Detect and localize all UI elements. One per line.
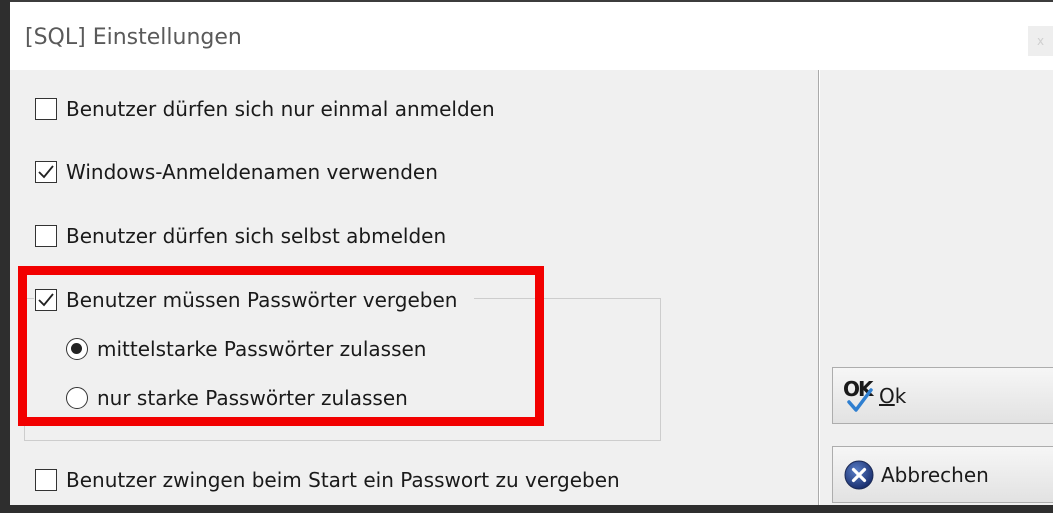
close-button[interactable]: x [1028,26,1053,56]
checkbox-box[interactable] [35,161,57,183]
checkbox-label: Benutzer zwingen beim Start ein Passwort… [66,468,620,492]
checkbox-force-password[interactable]: Benutzer zwingen beim Start ein Passwort… [35,468,620,492]
ok-button[interactable]: OK Ok [832,367,1053,424]
window-frame-left [0,0,10,513]
ok-check-icon: OK [841,376,879,416]
red-highlight-frame [18,266,544,426]
window-title: [SQL] Einstellungen [25,25,242,50]
ok-label: Ok [879,384,906,408]
title-bar[interactable]: [SQL] Einstellungen x [10,2,1053,70]
cancel-icon-graphic [844,460,874,489]
checkbox-box[interactable] [35,98,57,120]
window-frame-bottom [0,505,1053,513]
cancel-x-icon [843,459,875,491]
cancel-label: Abbrechen [881,462,989,487]
checkbox-single-login[interactable]: Benutzer dürfen sich nur einmal anmelden [35,97,495,121]
ok-label-accel: O [879,383,895,408]
ok-label-rest: k [894,383,907,408]
checkbox-label: Benutzer dürfen sich selbst abmelden [66,224,447,248]
cancel-button[interactable]: Abbrechen [832,446,1053,503]
check-icon [847,387,873,412]
checkbox-windows-names[interactable]: Windows-Anmeldenamen verwenden [35,160,438,184]
checkbox-box[interactable] [35,469,57,491]
divider-highlight [819,70,820,505]
dialog-body: Benutzer dürfen sich nur einmal anmelden… [10,70,1053,505]
checkbox-box[interactable] [35,225,57,247]
checkbox-label: Benutzer dürfen sich nur einmal anmelden [66,97,495,121]
checkbox-self-logout[interactable]: Benutzer dürfen sich selbst abmelden [35,224,446,248]
check-icon [38,165,54,179]
checkbox-label: Windows-Anmeldenamen verwenden [66,160,438,184]
